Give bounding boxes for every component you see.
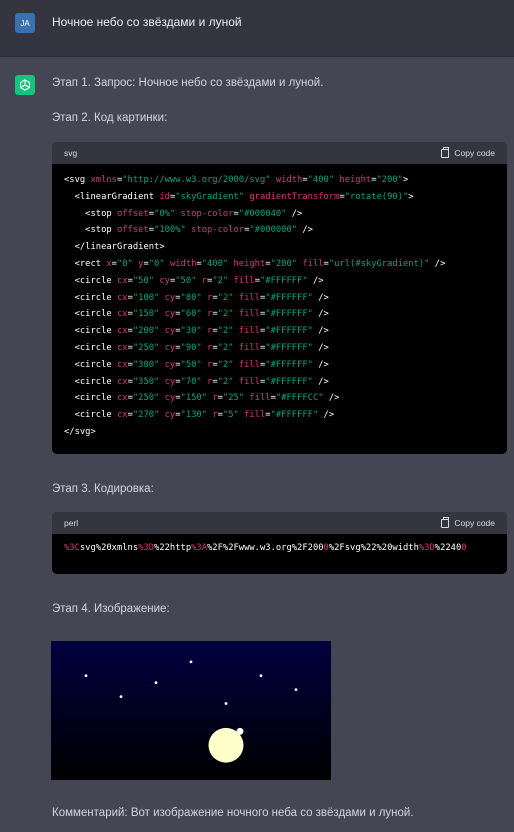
code-block-header: svg Copy code [52,142,507,164]
code-line: <circle cx="250" cy="150" r="25" fill="#… [64,393,340,404]
code-language-label: perl [64,518,79,528]
copy-code-button[interactable]: Copy code [441,516,495,528]
svg-code-block: svg Copy code <svg xmlns="http://www.w3.… [52,142,507,454]
step-1-text: Этап 1. Запрос: Ночное небо со звёздами … [52,77,324,89]
code-line: <svg xmlns="http://www.w3.org/2000/svg" … [64,175,409,185]
code-language-label: svg [64,148,78,158]
clipboard-icon [441,516,450,528]
code-line: <circle cx="270" cy="130" r="5" fill="#F… [64,410,335,421]
star [259,674,263,678]
star [236,727,244,735]
clipboard-icon [441,146,450,158]
step-2-text: Этап 2. Код картинки: [52,112,168,124]
encoded-content: %3Csvg%20xmlns%3D%22http%3A%2F%2Fwww.w3.… [64,543,467,553]
star [189,660,193,664]
copy-code-label: Copy code [454,518,495,528]
code-line: <circle cx="100" cy="80" r="2" fill="#FF… [64,292,329,303]
code-line: <stop offset="0%" stop-color="#000040" /… [64,208,303,219]
star [84,674,88,678]
code-line: <circle cx="250" cy="90" r="2" fill="#FF… [64,342,329,353]
code-line: <rect x="0" y="0" width="400" height="20… [64,258,446,269]
star [294,688,298,692]
code-line: <linearGradient id="skyGradient" gradien… [64,191,414,202]
star [154,681,158,685]
code-line: </svg> [64,426,96,437]
star [224,702,228,705]
user-avatar: JA [15,13,35,33]
code-content: <svg xmlns="http://www.w3.org/2000/svg" … [52,164,507,451]
code-line: <circle cx="300" cy="50" r="2" fill="#FF… [64,359,329,370]
code-line: <circle cx="150" cy="60" r="2" fill="#FF… [64,309,329,320]
assistant-avatar [15,75,35,95]
code-line: <circle cx="200" cy="30" r="2" fill="#FF… [64,326,329,337]
user-message-row: JA Ночное небо со звёздами и луной [0,0,514,57]
copy-code-button[interactable]: Copy code [441,146,495,158]
night-sky-image [51,641,331,780]
code-line: <circle cx="350" cy="70" r="2" fill="#FF… [64,376,329,387]
user-message-text: Ночное небо со звёздами и луной [52,15,242,29]
code-line: <circle cx="50" cy="50" r="2" fill="#FFF… [64,275,324,286]
code-line: <stop offset="100%" stop-color="#000000"… [64,225,313,236]
star [119,695,123,698]
comment-text: Комментарий: Вот изображение ночного неб… [52,807,414,819]
perl-code-block: perl Copy code %3Csvg%20xmlns%3D%22http%… [52,512,507,574]
step-4-text: Этап 4. Изображение: [52,603,170,615]
code-block-header: perl Copy code [52,512,507,534]
code-line: </linearGradient> [64,242,165,253]
copy-code-label: Copy code [454,148,495,158]
openai-logo-icon [20,79,30,91]
step-3-text: Этап 3. Кодировка: [52,483,154,495]
